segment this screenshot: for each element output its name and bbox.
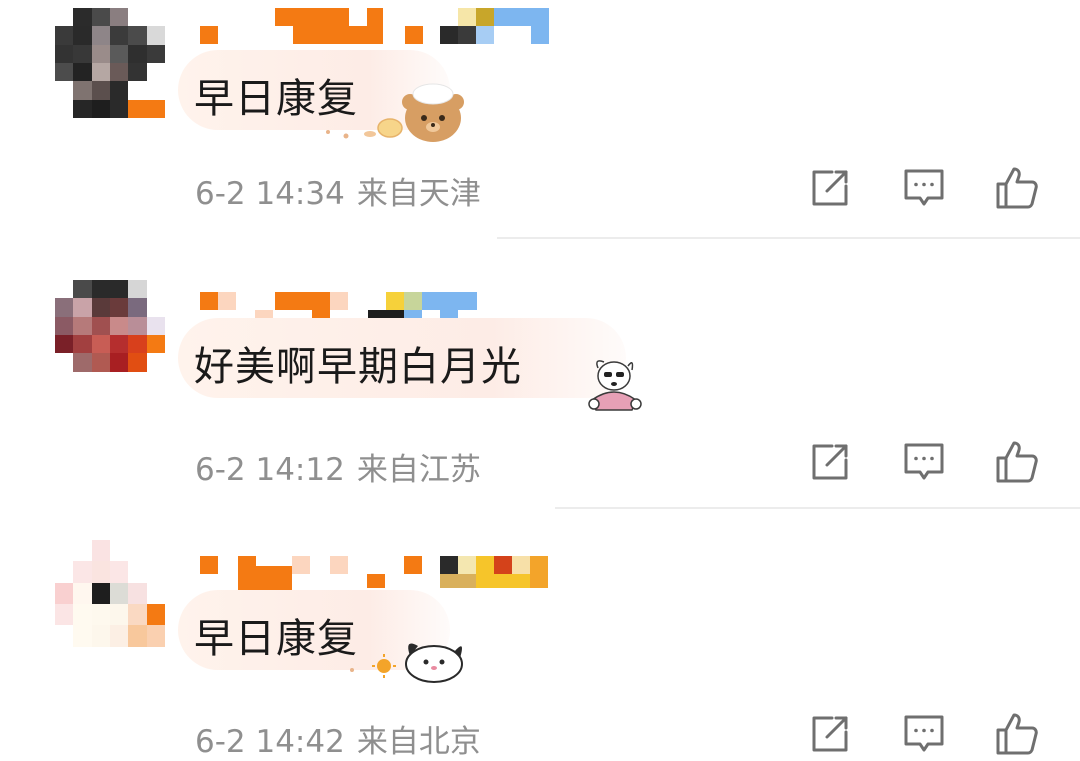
thumbs-up-icon <box>996 713 1038 755</box>
share-icon <box>812 444 848 480</box>
username[interactable] <box>200 280 560 322</box>
comment-location: 来自天津 <box>356 176 481 212</box>
comment-meta: 6-2 14:42 来自北京 <box>195 716 481 761</box>
divider <box>497 237 1080 239</box>
comment-bubble: 好美啊早期白月光 <box>178 318 626 398</box>
like-button[interactable] <box>995 440 1039 484</box>
comment-location: 来自江苏 <box>356 452 481 488</box>
comment-item: 早日康复 6-2 14:42 来自北京 <box>0 540 1080 761</box>
like-button[interactable] <box>995 166 1039 210</box>
username[interactable] <box>200 8 560 46</box>
share-button[interactable] <box>808 712 852 756</box>
bear-chef-sticker <box>326 83 464 142</box>
avatar[interactable] <box>55 540 165 668</box>
share-button[interactable] <box>808 440 852 484</box>
comment-icon <box>904 169 944 206</box>
comment-meta: 6-2 14:12 来自江苏 <box>195 444 481 489</box>
share-button[interactable] <box>808 166 852 210</box>
comment-item: 早日康复 6-2 14:34 来自天津 <box>0 0 1080 270</box>
dog-sticker <box>588 360 642 411</box>
reply-button[interactable] <box>902 712 946 756</box>
username[interactable] <box>200 556 560 594</box>
thumbs-up-icon <box>996 441 1038 483</box>
comment-item: 好美啊早期白月光 6-2 14:12 来自江苏 <box>0 272 1080 542</box>
comment-time: 6-2 14:34 <box>195 176 345 212</box>
avatar[interactable] <box>55 280 165 390</box>
reply-button[interactable] <box>902 440 946 484</box>
like-button[interactable] <box>995 712 1039 756</box>
avatar[interactable] <box>55 8 165 118</box>
puppy-sun-sticker <box>350 643 463 683</box>
comment-time: 6-2 14:12 <box>195 452 345 488</box>
divider <box>555 507 1080 509</box>
thumbs-up-icon <box>996 167 1038 209</box>
share-icon <box>812 716 848 752</box>
comment-icon <box>904 715 944 752</box>
comment-icon <box>904 443 944 480</box>
comment-text: 早日康复 <box>194 616 358 662</box>
reply-button[interactable] <box>902 166 946 210</box>
comment-time: 6-2 14:42 <box>195 724 345 760</box>
share-icon <box>812 170 848 206</box>
comment-meta: 6-2 14:34 来自天津 <box>195 168 481 213</box>
comment-text: 好美啊早期白月光 <box>194 344 522 390</box>
comment-location: 来自北京 <box>356 724 481 760</box>
